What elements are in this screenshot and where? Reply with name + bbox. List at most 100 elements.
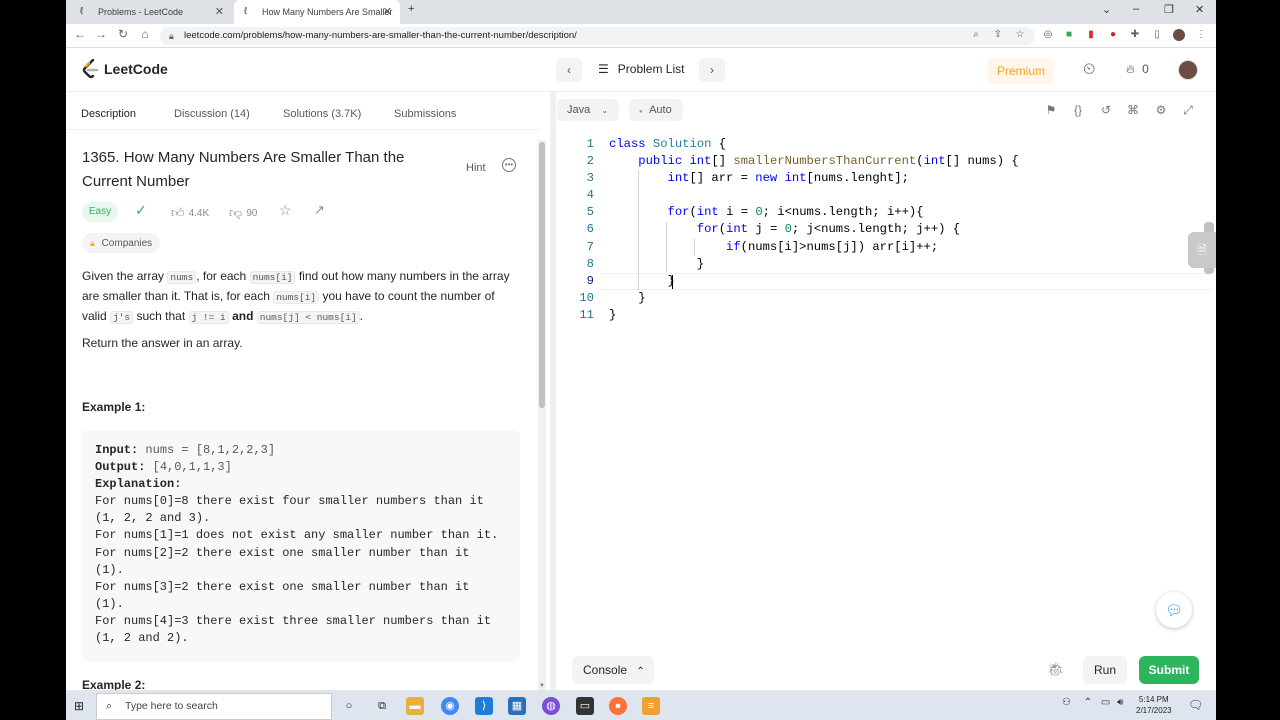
vscode-icon[interactable]: ⟩ [475, 697, 493, 715]
inline-code: nums[i] [249, 271, 296, 284]
companies-label: Companies [101, 238, 153, 249]
new-tab-icon[interactable]: + [408, 3, 414, 15]
prev-problem-button[interactable]: ‹ [556, 58, 582, 82]
volume-icon: 🔊︎ [1117, 697, 1124, 708]
leetcode-logo[interactable]: LeetCode [82, 59, 168, 79]
share-icon[interactable]: ↗ [314, 202, 325, 218]
language-select[interactable]: Java ⌄ [557, 99, 619, 121]
browser-tab-problems[interactable]: ℓ Problems - LeetCode ✕ [70, 0, 232, 24]
console-button[interactable]: Console ⌃ [572, 656, 654, 684]
hint-button[interactable]: Hint [466, 162, 486, 174]
tab-title: Problems - LeetCode [98, 7, 184, 17]
submit-button[interactable]: Submit [1139, 656, 1199, 684]
task-view-icon[interactable]: ⧉ [373, 697, 391, 715]
notifications-icon[interactable]: 🗨︎ [1188, 698, 1203, 712]
app-icon[interactable]: ◍ [542, 697, 560, 715]
code-line: 6 for(int j = 0; j<nums.length; j++) { [570, 221, 1210, 238]
close-tab-icon[interactable]: ✕ [215, 6, 224, 18]
reload-icon[interactable]: ↻ [115, 27, 131, 41]
user-avatar[interactable] [1178, 60, 1198, 80]
dot-icon: ● [639, 109, 643, 115]
problem-list-label: Problem List [617, 62, 685, 76]
notes-icon[interactable]: 🗎︎ [1188, 232, 1216, 268]
store-icon[interactable]: ▦ [508, 697, 526, 715]
extension-icon[interactable]: ◎ [1042, 29, 1054, 41]
fullscreen-icon[interactable]: ⤢ [1181, 103, 1195, 118]
desc-text: . [359, 309, 364, 323]
back-icon[interactable]: ← [72, 27, 88, 41]
scroll-down-arrow-icon[interactable]: ▼ [539, 683, 545, 689]
companies-tag[interactable]: 🔒︎ Companies [82, 233, 160, 253]
cortana-icon[interactable]: ○ [340, 697, 358, 715]
code-text: for(int j = 0; j<nums.length; j++) { [696, 222, 961, 237]
close-tab-icon[interactable]: ✕ [383, 6, 392, 18]
chrome-icon[interactable]: ◉ [441, 697, 459, 715]
bookmark-icon[interactable]: ⚑ [1044, 103, 1058, 117]
windows-start-icon[interactable]: ⊞ [74, 699, 84, 713]
reset-code-icon[interactable]: ↺ [1099, 103, 1113, 117]
extension-icon[interactable]: ▮ [1085, 29, 1097, 41]
file-explorer-icon[interactable]: ▬ [406, 697, 424, 715]
firefox-icon[interactable]: ● [609, 697, 627, 715]
search-placeholder: Type here to search [125, 700, 218, 712]
line-number: 4 [586, 188, 594, 203]
search-icon: ⌕ [106, 700, 113, 712]
window-close-icon[interactable]: ✕ [1195, 3, 1204, 16]
share-icon[interactable]: ⇪ [992, 29, 1004, 41]
profile-avatar[interactable] [1173, 29, 1185, 41]
zoom-icon[interactable]: ⌕ [970, 29, 982, 41]
url-bar[interactable]: 🔒︎ leetcode.com/problems/how-many-number… [160, 27, 1035, 45]
fire-icon: 🔥︎ [1126, 62, 1135, 76]
tab-discussion[interactable]: Discussion (14) [174, 108, 250, 120]
problem-list-button[interactable]: ☰ Problem List [598, 62, 684, 76]
code-area[interactable]: 1 class Solution { 2 public int[] smaller… [570, 136, 1210, 324]
extension-icon[interactable]: ● [1107, 29, 1119, 41]
line-number: 7 [586, 239, 594, 254]
extension-icon[interactable]: ■ [1063, 29, 1075, 41]
run-button[interactable]: Run [1083, 656, 1127, 684]
timer-icon[interactable]: ⏲ [1083, 61, 1095, 79]
taskbar-clock[interactable]: 5:14 PM 2/17/2023 [1136, 694, 1172, 716]
dislike-button[interactable]: 👎︎ 90 [229, 205, 257, 221]
more-options-icon[interactable]: ••• [502, 158, 516, 172]
premium-button[interactable]: Premium [988, 58, 1054, 84]
code-line: 11} [570, 307, 1210, 324]
thumbs-up-icon: 👍︎ [171, 205, 185, 220]
problem-description-return: Return the answer in an array. [82, 336, 243, 350]
line-number: 2 [586, 154, 594, 169]
language-value: Java [567, 104, 591, 116]
maximize-icon[interactable]: ❐ [1164, 3, 1174, 16]
like-button[interactable]: 👍︎ 4.4K [171, 205, 209, 221]
tab-submissions[interactable]: Submissions [394, 108, 456, 120]
format-braces-icon[interactable]: {} [1071, 103, 1085, 117]
streak-counter[interactable]: 🔥︎ 0 [1126, 62, 1149, 77]
extensions-puzzle-icon[interactable]: ✚ [1129, 29, 1141, 41]
tab-description[interactable]: Description [81, 108, 136, 120]
code-line: 10 } [570, 290, 1210, 307]
browser-menu-icon[interactable]: ⋮ [1195, 29, 1207, 41]
browser-tab-current[interactable]: ℓ How Many Numbers Are Smaller ✕ [234, 0, 400, 24]
feedback-chat-icon[interactable]: 💬︎ [1156, 592, 1192, 628]
shortcuts-icon[interactable]: ⌘ [1126, 103, 1140, 117]
tab-solutions[interactable]: Solutions (3.7K) [283, 108, 361, 120]
like-count: 4.4K [188, 207, 210, 219]
side-panel-icon[interactable]: ▯ [1151, 29, 1163, 41]
code-text: public int[] smallerNumbersThanCurrent(i… [638, 154, 1019, 169]
settings-gear-icon[interactable]: ⚙ [1154, 103, 1168, 117]
system-tray[interactable]: ⚇ ⌃ ▭ 🔊︎ [1062, 697, 1123, 708]
bookmark-star-icon[interactable]: ☆ [1014, 29, 1026, 41]
explanation-label: Explanation: [95, 477, 182, 492]
left-scrollbar-thumb[interactable] [539, 142, 545, 408]
home-icon[interactable]: ⌂ [137, 27, 153, 41]
tab-search-icon[interactable]: ⌄ [1102, 3, 1111, 16]
taskbar-search-input[interactable]: ⌕ Type here to search [96, 693, 332, 720]
mode-select[interactable]: ● Auto [629, 99, 683, 121]
sublime-icon[interactable]: ≡ [642, 697, 660, 715]
forward-icon[interactable]: → [93, 27, 109, 41]
debug-bug-icon[interactable]: 🐞︎ [1047, 661, 1065, 678]
terminal-icon[interactable]: ▭ [576, 697, 594, 715]
next-problem-button[interactable]: › [699, 58, 725, 82]
favorite-star-icon[interactable]: ☆ [279, 202, 292, 219]
thumbs-down-icon: 👎︎ [229, 205, 243, 220]
minimize-icon[interactable]: – [1133, 3, 1139, 15]
